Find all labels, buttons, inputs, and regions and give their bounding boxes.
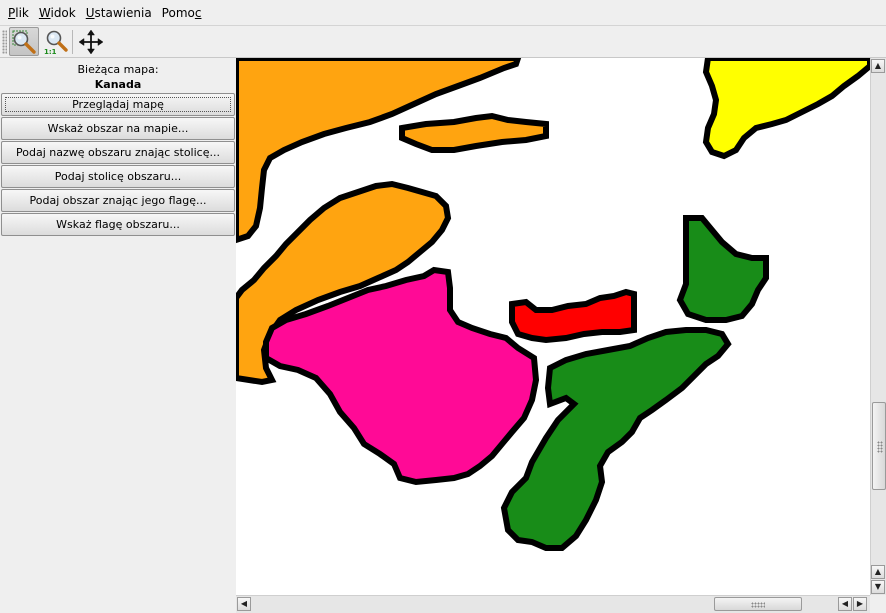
vertical-scroll-thumb[interactable] xyxy=(872,402,886,490)
thumb-grip xyxy=(751,602,765,608)
scroll-up-arrow[interactable]: ▲ xyxy=(871,59,885,73)
button-label: Przeglądaj mapę xyxy=(72,98,164,111)
menu-widok[interactable]: Widok xyxy=(34,0,81,26)
scroll-up-arrow-2[interactable]: ▲ xyxy=(871,565,885,579)
sidebar: Bieżąca mapa: Kanada Przeglądaj mapę Wsk… xyxy=(0,58,236,613)
horizontal-scrollbar[interactable]: ◀ ◀ ▶ xyxy=(236,595,870,613)
region-red[interactable] xyxy=(509,288,637,344)
scroll-down-arrow[interactable]: ▼ xyxy=(871,580,885,594)
zoom-original-button[interactable]: 1:1 xyxy=(40,27,70,56)
toolbar-separator xyxy=(72,30,73,54)
scroll-corner xyxy=(870,595,886,613)
zoom-area-button[interactable] xyxy=(9,27,39,56)
map-canvas[interactable] xyxy=(236,58,870,595)
scroll-right-arrow[interactable]: ▶ xyxy=(853,597,867,611)
map-svg[interactable] xyxy=(236,58,870,595)
menu-plik[interactable]: Plik xyxy=(3,0,34,26)
browse-map-button[interactable]: Przeglądaj mapę xyxy=(1,93,235,116)
button-label: Podaj nazwę obszaru znając stolicę... xyxy=(16,146,220,159)
toolbar-grip[interactable] xyxy=(2,30,7,54)
app-window: Plik Widok Ustawienia Pomoc 1:1 Bieżąca … xyxy=(0,0,886,613)
button-label: Wskaż flagę obszaru... xyxy=(56,218,180,231)
region-yellow[interactable] xyxy=(702,58,870,160)
move-icon xyxy=(78,29,104,54)
scroll-left-arrow-2[interactable]: ◀ xyxy=(838,597,852,611)
current-map-label: Bieżąca mapa: xyxy=(77,63,159,76)
area-by-flag-button[interactable]: Podaj obszar znając jego flagę... xyxy=(1,189,235,212)
button-label: Wskaż obszar na mapie... xyxy=(47,122,189,135)
thumb-grip xyxy=(877,441,883,453)
toolbar: 1:1 xyxy=(0,26,886,58)
menubar: Plik Widok Ustawienia Pomoc xyxy=(0,0,886,26)
vertical-scrollbar[interactable]: ▲ ▲ ▼ xyxy=(870,58,886,595)
move-button[interactable] xyxy=(76,27,106,56)
zoom-original-icon: 1:1 xyxy=(44,30,68,55)
scroll-left-arrow[interactable]: ◀ xyxy=(237,597,251,611)
menu-ustawienia[interactable]: Ustawienia xyxy=(81,0,157,26)
region-orange-island[interactable] xyxy=(399,112,549,153)
button-label: Podaj stolicę obszaru... xyxy=(54,170,182,183)
region-green-south[interactable] xyxy=(500,327,732,551)
point-flag-button[interactable]: Wskaż flagę obszaru... xyxy=(1,213,235,236)
region-green-north[interactable] xyxy=(676,215,769,323)
point-area-button[interactable]: Wskaż obszar na mapie... xyxy=(1,117,235,140)
zoom-area-icon xyxy=(12,30,36,54)
svg-text:1:1: 1:1 xyxy=(44,48,57,55)
name-by-capital-button[interactable]: Podaj nazwę obszaru znając stolicę... xyxy=(1,141,235,164)
give-capital-button[interactable]: Podaj stolicę obszaru... xyxy=(1,165,235,188)
button-label: Podaj obszar znając jego flagę... xyxy=(29,194,207,207)
horizontal-scroll-thumb[interactable] xyxy=(714,597,802,611)
current-map-name: Kanada xyxy=(94,78,142,91)
menu-pomoc[interactable]: Pomoc xyxy=(157,0,207,26)
